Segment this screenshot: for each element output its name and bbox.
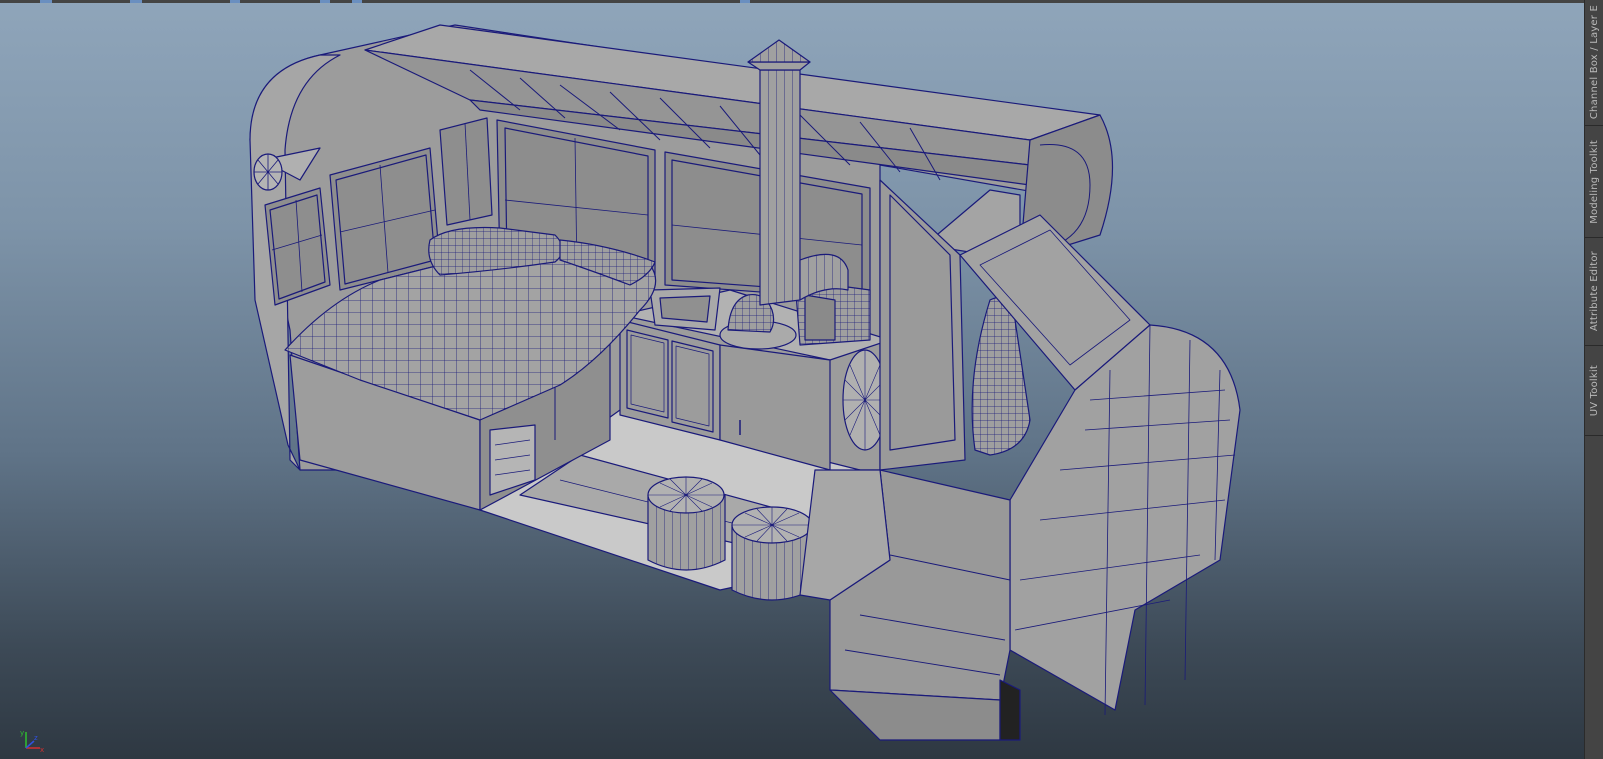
chimney-pipe [759,69,801,306]
tab-channel-box-layer-editor[interactable]: Channel Box / Layer E [1585,0,1603,126]
chimney-cap [747,39,811,63]
camper-interior-model[interactable] [0,0,1584,759]
tab-modeling-toolkit[interactable]: Modeling Toolkit [1585,126,1603,238]
svg-text:x: x [40,746,44,754]
tab-uv-toolkit[interactable]: UV Toolkit [1585,346,1603,436]
svg-text:z: z [34,734,38,742]
tab-label: Attribute Editor [1588,251,1600,332]
axis-gizmo: x y z [20,729,44,754]
svg-text:y: y [20,729,24,737]
3d-viewport[interactable]: x y z [0,0,1584,759]
side-dock: Channel Box / Layer E Modeling Toolkit A… [1584,0,1603,759]
left-window-3 [439,117,493,226]
tab-attribute-editor[interactable]: Attribute Editor [1585,238,1603,346]
cab-hood [1009,324,1241,711]
left-window-1 [264,187,331,306]
tab-label: Modeling Toolkit [1588,139,1600,224]
tab-label: Channel Box / Layer E [1588,5,1600,120]
tab-label: UV Toolkit [1588,364,1600,417]
